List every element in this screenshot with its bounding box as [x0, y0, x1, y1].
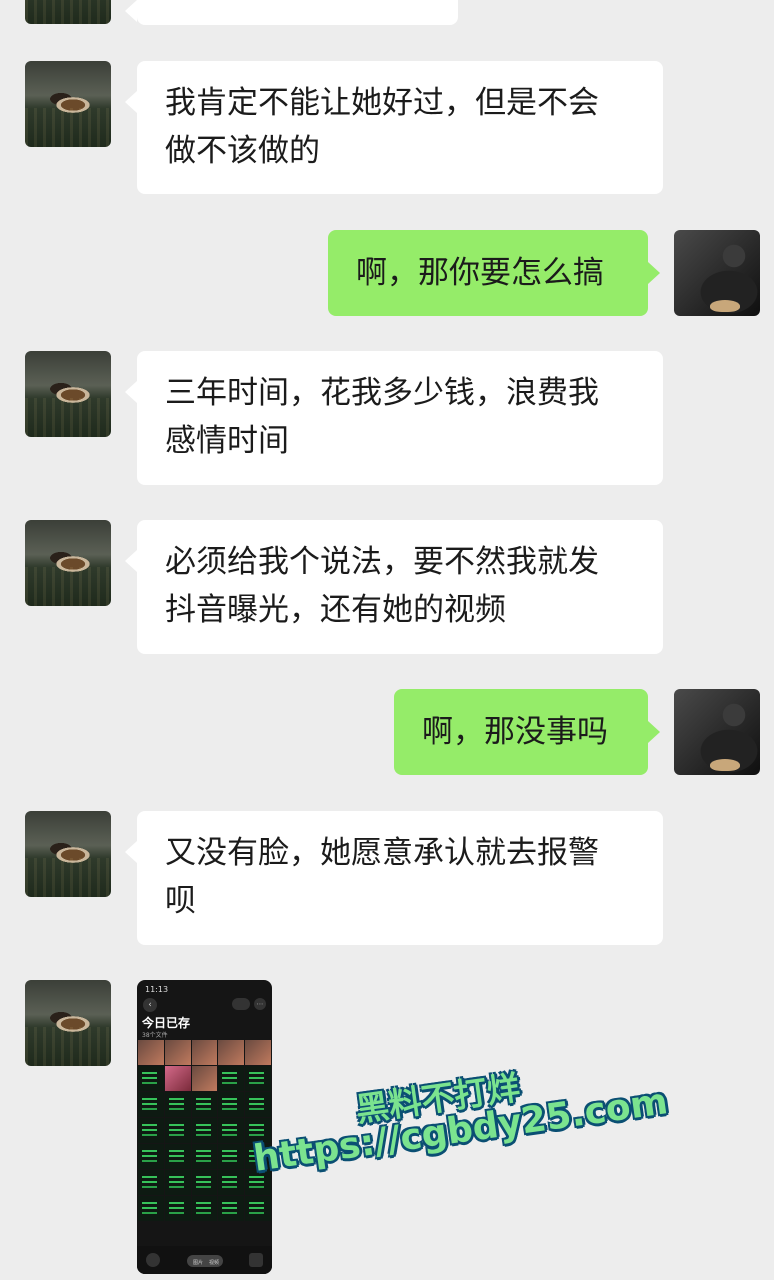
message-bubble-outgoing[interactable]: 啊，那没事吗: [394, 689, 660, 775]
image-message-thumbnail[interactable]: 11:13 ‹ ⋯ 今日已存 38个文件 图片 视频: [137, 980, 272, 1274]
thumb-title: 今日已存: [142, 1016, 191, 1030]
message-text: 又没有脸，她愿意承认就去报警 呗: [165, 835, 599, 919]
contact-avatar[interactable]: [25, 811, 111, 897]
message-bubble-incoming[interactable]: [125, 0, 458, 25]
thumb-tile: [218, 1196, 245, 1221]
message-bubble-incoming[interactable]: 必须给我个说法，要不然我就发 抖音曝光，还有她的视频: [125, 520, 663, 654]
message-text: 啊，那你要怎么搞: [356, 255, 604, 291]
self-avatar[interactable]: [674, 230, 760, 316]
contact-avatar[interactable]: [25, 351, 111, 437]
thumb-tile: [191, 1196, 218, 1221]
thumb-tile: [138, 1144, 164, 1169]
self-avatar[interactable]: [674, 689, 760, 775]
back-icon: ‹: [143, 998, 157, 1012]
thumb-left-button-icon: [146, 1253, 160, 1267]
contact-avatar[interactable]: [25, 520, 111, 606]
thumb-tile: [245, 1066, 271, 1091]
thumb-tile: [191, 1092, 218, 1117]
thumb-tile: [164, 1170, 191, 1195]
message-bubble-incoming[interactable]: 我肯定不能让她好过，但是不会 做不该做的: [125, 61, 663, 194]
thumb-tile: [164, 1092, 191, 1117]
thumb-tile: [218, 1144, 245, 1169]
message-text: 我肯定不能让她好过，但是不会 做不该做的: [165, 85, 599, 169]
message-bubble-incoming[interactable]: 三年时间，花我多少钱，浪费我 感情时间: [125, 351, 663, 485]
thumb-tile: [245, 1040, 271, 1065]
thumb-status-time: 11:13: [145, 985, 169, 994]
thumb-segment-left-label: 图片: [193, 1260, 204, 1266]
thumb-tile: [218, 1040, 245, 1065]
contact-avatar[interactable]: [25, 980, 111, 1066]
message-text: 必须给我个说法，要不然我就发 抖音曝光，还有她的视频: [165, 544, 599, 628]
thumb-bottom-bar: 图片 视频: [137, 1246, 272, 1274]
thumb-pill-icon: [232, 998, 250, 1010]
thumb-tile: [138, 1092, 164, 1117]
contact-avatar[interactable]: [25, 0, 111, 24]
thumb-tile: [218, 1118, 245, 1143]
thumb-tile: [138, 1066, 164, 1091]
thumb-tile: [191, 1144, 218, 1169]
message-text: 啊，那没事吗: [422, 714, 608, 750]
message-bubble-incoming[interactable]: 又没有脸，她愿意承认就去报警 呗: [125, 811, 663, 945]
thumb-tile: [191, 1040, 218, 1065]
thumb-tile: [138, 1170, 164, 1195]
contact-avatar[interactable]: [25, 61, 111, 147]
thumb-tile: [245, 1092, 271, 1117]
thumb-tile: [164, 1144, 191, 1169]
thumb-tile: [191, 1170, 218, 1195]
thumb-tile: [138, 1118, 164, 1143]
thumb-tile: [164, 1066, 191, 1091]
thumb-tile: [191, 1066, 218, 1091]
thumb-tile: [164, 1040, 191, 1065]
thumb-tile: [245, 1196, 271, 1221]
thumb-segment-right-label: 视频: [209, 1260, 220, 1266]
thumb-tile: [218, 1170, 245, 1195]
thumb-tile: [164, 1196, 191, 1221]
thumb-tile: [218, 1066, 245, 1091]
thumb-tile: [191, 1118, 218, 1143]
thumb-tile: [138, 1040, 164, 1065]
thumb-subtitle: 38个文件: [142, 1032, 168, 1039]
thumb-tile: [164, 1118, 191, 1143]
more-icon: ⋯: [254, 998, 266, 1010]
message-text: 三年时间，花我多少钱，浪费我 感情时间: [165, 375, 599, 459]
thumb-tile: [138, 1196, 164, 1221]
thumb-right-button-icon: [249, 1253, 263, 1267]
thumb-tile: [218, 1092, 245, 1117]
message-bubble-outgoing[interactable]: 啊，那你要怎么搞: [328, 230, 660, 316]
